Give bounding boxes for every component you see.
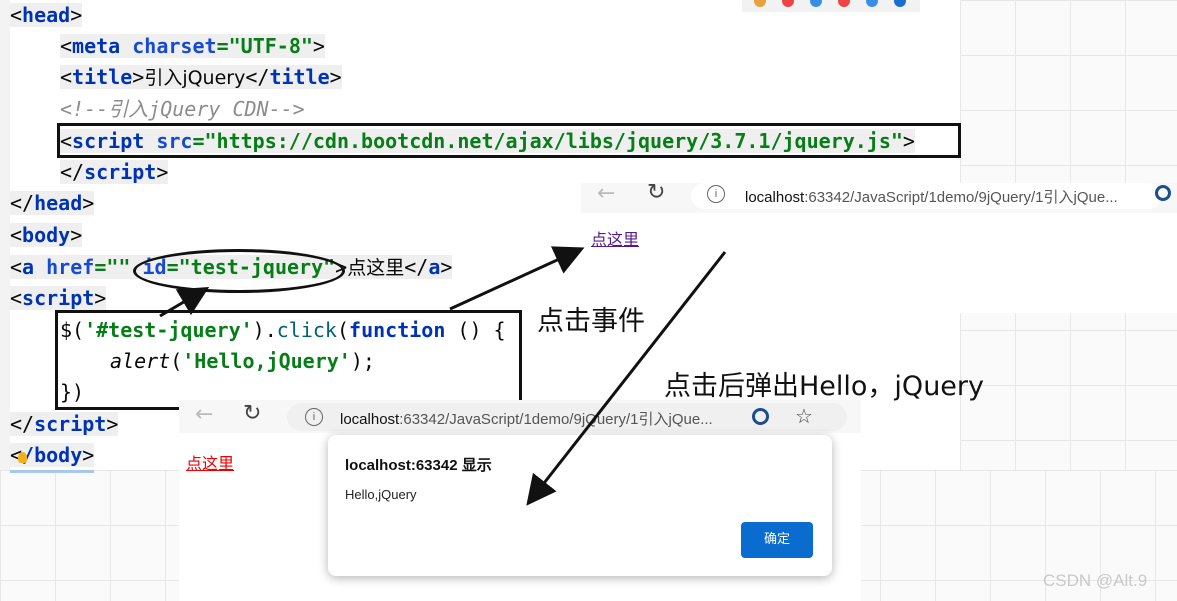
- toolbar-icons-strip: [742, 0, 920, 12]
- code-token: <: [10, 286, 23, 310]
- star-icon[interactable]: ☆: [795, 404, 813, 429]
- code-token: 引入jQuery: [144, 67, 246, 89]
- browser-toolbar: ← ↻ i localhost:63342/JavaScript/1demo/9…: [179, 400, 861, 433]
- address-bar[interactable]: i localhost:63342/JavaScript/1demo/9jQue…: [691, 183, 1161, 209]
- code-token: charset: [132, 34, 217, 58]
- url-path: :63342/JavaScript/1demo/9jQuery/1引入jQue.…: [399, 411, 713, 428]
- code-token: >: [82, 191, 95, 215]
- code-token: =: [216, 34, 229, 58]
- code-line-10: <script>: [10, 283, 107, 313]
- code-token: title: [72, 65, 133, 89]
- browser-window-1: ← ↻ i localhost:63342/JavaScript/1demo/9…: [581, 180, 1177, 313]
- code-token: <: [10, 223, 23, 247]
- highlight-box-script-src: [57, 123, 961, 158]
- code-token: title: [269, 65, 330, 89]
- code-token: >: [106, 412, 119, 436]
- browser-icon[interactable]: [782, 0, 794, 7]
- dialog-message: Hello,jQuery: [345, 487, 417, 502]
- browser-icon[interactable]: [810, 0, 822, 7]
- url-host: localhost: [745, 189, 805, 206]
- browser-icon[interactable]: [866, 0, 878, 7]
- info-icon[interactable]: i: [305, 408, 323, 426]
- alert-dialog: localhost:63342 显示 Hello,jQuery 确定: [328, 435, 832, 576]
- test-jquery-link[interactable]: 点这里: [591, 226, 639, 250]
- code-token: >: [156, 160, 169, 184]
- code-token: href: [46, 255, 95, 279]
- code-token: meta: [72, 34, 133, 58]
- dialog-title: localhost:63342 显示: [345, 457, 492, 474]
- highlight-ellipse-id: [133, 249, 345, 293]
- code-token: <: [10, 255, 23, 279]
- code-line-2: <meta charset="UTF-8">: [60, 31, 325, 61]
- code-token: </: [245, 65, 270, 89]
- info-icon[interactable]: i: [707, 185, 725, 203]
- highlight-box-click-handler: [55, 310, 522, 410]
- code-token: 点这里: [347, 257, 405, 279]
- code-token: body: [22, 223, 71, 247]
- code-token: script: [34, 412, 107, 436]
- code-token: </: [10, 412, 35, 436]
- lightbulb-icon[interactable]: [18, 452, 27, 463]
- url-path: :63342/JavaScript/1demo/9jQuery/1引入jQue.…: [804, 189, 1118, 206]
- code-token: script: [84, 160, 157, 184]
- code-token: =: [94, 255, 107, 279]
- code-token: >: [70, 3, 83, 27]
- test-jquery-link[interactable]: 点这里: [186, 450, 234, 474]
- browser-icon[interactable]: [838, 0, 850, 7]
- watermark: CSDN @Alt.9: [1043, 571, 1148, 590]
- annotation-click-event: 点击事件: [537, 306, 645, 337]
- address-bar[interactable]: i localhost:63342/JavaScript/1demo/9jQue…: [287, 403, 847, 431]
- ok-button[interactable]: 确定: [741, 522, 813, 558]
- url-host: localhost: [340, 411, 400, 428]
- editor-gutter: [0, 0, 10, 470]
- code-token: head: [34, 191, 83, 215]
- back-arrow-icon[interactable]: ←: [597, 181, 615, 206]
- code-token: >: [312, 34, 325, 58]
- code-token: a: [428, 255, 441, 279]
- code-token: "UTF-8": [228, 34, 313, 58]
- code-token: >: [132, 65, 145, 89]
- code-line-4: <!--引入jQuery CDN-->: [60, 97, 305, 121]
- code-line-3: <title>引入jQuery</title>: [60, 62, 342, 92]
- code-token: </: [10, 191, 35, 215]
- code-token: <: [60, 34, 73, 58]
- code-token: >: [82, 443, 95, 467]
- code-token: a: [22, 255, 47, 279]
- reload-icon[interactable]: ↻: [243, 401, 261, 426]
- code-token: head: [22, 3, 71, 27]
- code-token: <: [60, 65, 73, 89]
- annotation-popup: 点击后弹出Hello，jQuery: [664, 371, 984, 402]
- edge-icon[interactable]: [1155, 185, 1171, 201]
- code-token: </: [60, 160, 85, 184]
- code-line-8: <body>: [10, 220, 83, 250]
- reload-icon[interactable]: ↻: [647, 180, 665, 205]
- code-token: >: [329, 65, 342, 89]
- code-token: >: [440, 255, 453, 279]
- code-line-14: </script>: [10, 409, 119, 439]
- code-token: /body: [22, 443, 83, 467]
- code-token: >: [70, 223, 83, 247]
- code-line-1: <head>: [10, 0, 83, 30]
- code-token: >: [94, 286, 107, 310]
- edge-icon[interactable]: [752, 408, 769, 425]
- code-token: </: [404, 255, 429, 279]
- back-arrow-icon[interactable]: ←: [195, 402, 213, 427]
- code-token: script: [22, 286, 95, 310]
- browser-toolbar: ← ↻ i localhost:63342/JavaScript/1demo/9…: [581, 180, 1177, 213]
- code-line-7: </head>: [10, 188, 95, 218]
- browser-icon[interactable]: [894, 0, 906, 7]
- code-line-6: </script>: [60, 157, 169, 187]
- code-token: <: [10, 3, 23, 27]
- browser-icon[interactable]: [754, 0, 766, 7]
